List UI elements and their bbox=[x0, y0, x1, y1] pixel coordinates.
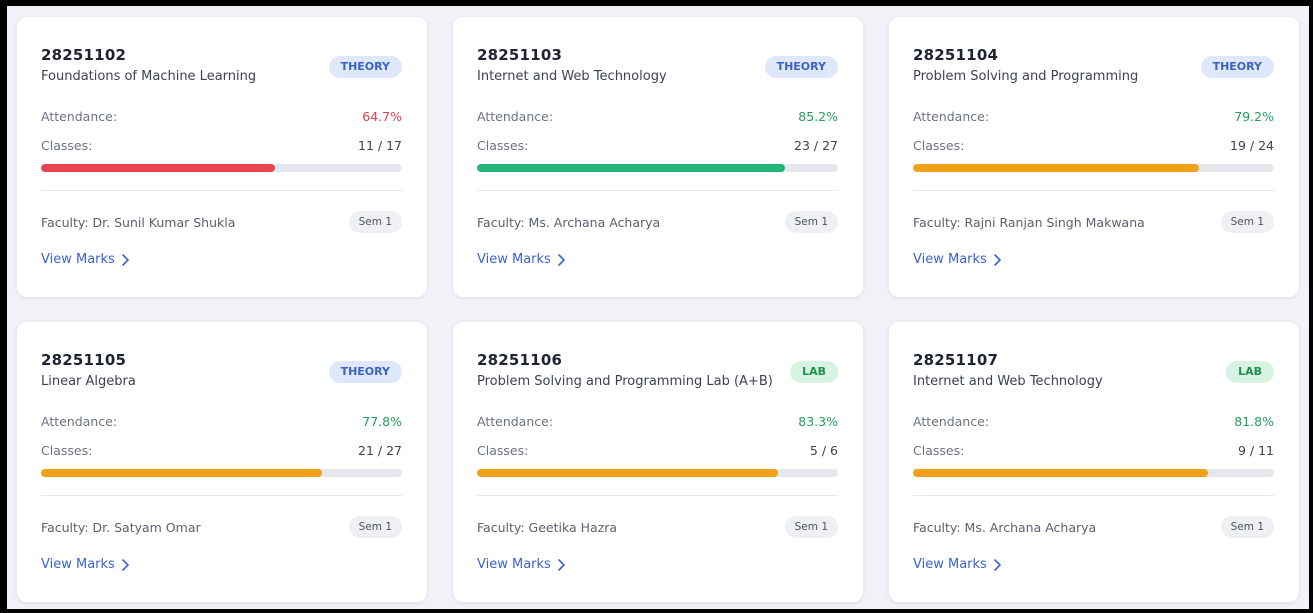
attendance-progress-fill bbox=[41, 469, 322, 477]
attendance-progress-bar bbox=[913, 469, 1274, 477]
course-name: Linear Algebra bbox=[41, 374, 136, 389]
attendance-label: Attendance: bbox=[477, 414, 554, 429]
faculty-name: Faculty: Ms. Archana Acharya bbox=[477, 215, 661, 230]
course-type-badge: THEORY bbox=[328, 56, 402, 78]
course-card: 28251105 Linear Algebra THEORY Attendanc… bbox=[17, 322, 427, 602]
faculty-name: Faculty: Dr. Sunil Kumar Shukla bbox=[41, 215, 236, 230]
course-name: Problem Solving and Programming Lab (A+B… bbox=[477, 374, 773, 389]
view-marks-label: View Marks bbox=[477, 252, 551, 267]
attendance-label: Attendance: bbox=[913, 414, 990, 429]
attendance-progress-bar bbox=[41, 164, 402, 172]
semester-badge: Sem 1 bbox=[348, 211, 402, 233]
course-type-badge: LAB bbox=[1226, 361, 1274, 383]
attendance-progress-fill bbox=[913, 164, 1199, 172]
attendance-value: 64.7% bbox=[362, 109, 402, 124]
attendance-progress-fill bbox=[477, 164, 785, 172]
course-type-badge: THEORY bbox=[328, 361, 402, 383]
course-card: 28251104 Problem Solving and Programming… bbox=[889, 17, 1299, 297]
course-name: Internet and Web Technology bbox=[913, 374, 1103, 389]
attendance-value: 81.8% bbox=[1234, 414, 1274, 429]
attendance-label: Attendance: bbox=[913, 109, 990, 124]
semester-badge: Sem 1 bbox=[1220, 211, 1274, 233]
chevron-right-icon bbox=[994, 558, 1001, 571]
course-card: 28251107 Internet and Web Technology LAB… bbox=[889, 322, 1299, 602]
attendance-progress-bar bbox=[41, 469, 402, 477]
chevron-right-icon bbox=[558, 253, 565, 266]
classes-label: Classes: bbox=[41, 443, 93, 458]
course-card: 28251102 Foundations of Machine Learning… bbox=[17, 17, 427, 297]
classes-value: 11 / 17 bbox=[358, 138, 402, 153]
course-code: 28251105 bbox=[41, 351, 127, 369]
attendance-value: 83.3% bbox=[798, 414, 838, 429]
attendance-label: Attendance: bbox=[477, 109, 554, 124]
card-divider bbox=[41, 190, 402, 191]
course-card-grid: 28251102 Foundations of Machine Learning… bbox=[17, 17, 1299, 602]
chevron-right-icon bbox=[558, 558, 565, 571]
view-marks-link[interactable]: View Marks bbox=[913, 557, 1002, 572]
view-marks-label: View Marks bbox=[913, 252, 987, 267]
view-marks-link[interactable]: View Marks bbox=[913, 252, 1002, 267]
card-divider bbox=[477, 190, 838, 191]
classes-value: 9 / 11 bbox=[1237, 443, 1274, 458]
chevron-right-icon bbox=[122, 253, 129, 266]
attendance-progress-bar bbox=[477, 469, 838, 477]
attendance-progress-bar bbox=[477, 164, 838, 172]
faculty-name: Faculty: Dr. Satyam Omar bbox=[41, 520, 201, 535]
card-divider bbox=[913, 190, 1274, 191]
course-name: Problem Solving and Programming bbox=[913, 69, 1139, 84]
chevron-right-icon bbox=[994, 253, 1001, 266]
semester-badge: Sem 1 bbox=[784, 516, 838, 538]
chevron-right-icon bbox=[122, 558, 129, 571]
attendance-progress-bar bbox=[913, 164, 1274, 172]
classes-value: 23 / 27 bbox=[794, 138, 838, 153]
course-card: 28251103 Internet and Web Technology THE… bbox=[453, 17, 863, 297]
card-divider bbox=[913, 495, 1274, 496]
view-marks-label: View Marks bbox=[41, 557, 115, 572]
faculty-name: Faculty: Geetika Hazra bbox=[477, 520, 618, 535]
attendance-value: 85.2% bbox=[798, 109, 838, 124]
course-code: 28251106 bbox=[477, 351, 563, 369]
attendance-progress-fill bbox=[41, 164, 275, 172]
course-code: 28251103 bbox=[477, 46, 563, 64]
classes-label: Classes: bbox=[477, 443, 529, 458]
view-marks-link[interactable]: View Marks bbox=[41, 557, 130, 572]
view-marks-label: View Marks bbox=[41, 252, 115, 267]
view-marks-link[interactable]: View Marks bbox=[477, 557, 566, 572]
faculty-name: Faculty: Ms. Archana Acharya bbox=[913, 520, 1097, 535]
page-frame: 28251102 Foundations of Machine Learning… bbox=[7, 6, 1309, 609]
classes-label: Classes: bbox=[913, 443, 965, 458]
course-code: 28251104 bbox=[913, 46, 999, 64]
classes-label: Classes: bbox=[477, 138, 529, 153]
attendance-value: 79.2% bbox=[1234, 109, 1274, 124]
attendance-progress-fill bbox=[913, 469, 1209, 477]
attendance-progress-fill bbox=[477, 469, 778, 477]
view-marks-link[interactable]: View Marks bbox=[477, 252, 566, 267]
view-marks-link[interactable]: View Marks bbox=[41, 252, 130, 267]
semester-badge: Sem 1 bbox=[784, 211, 838, 233]
view-marks-label: View Marks bbox=[477, 557, 551, 572]
view-marks-label: View Marks bbox=[913, 557, 987, 572]
classes-value: 5 / 6 bbox=[809, 443, 838, 458]
attendance-label: Attendance: bbox=[41, 109, 118, 124]
attendance-value: 77.8% bbox=[362, 414, 402, 429]
semester-badge: Sem 1 bbox=[348, 516, 402, 538]
course-code: 28251107 bbox=[913, 351, 999, 369]
course-name: Internet and Web Technology bbox=[477, 69, 667, 84]
classes-value: 21 / 27 bbox=[358, 443, 402, 458]
course-type-badge: LAB bbox=[790, 361, 838, 383]
classes-label: Classes: bbox=[913, 138, 965, 153]
faculty-name: Faculty: Rajni Ranjan Singh Makwana bbox=[913, 215, 1145, 230]
course-type-badge: THEORY bbox=[1200, 56, 1274, 78]
card-divider bbox=[477, 495, 838, 496]
course-name: Foundations of Machine Learning bbox=[41, 69, 257, 84]
semester-badge: Sem 1 bbox=[1220, 516, 1274, 538]
course-card: 28251106 Problem Solving and Programming… bbox=[453, 322, 863, 602]
classes-value: 19 / 24 bbox=[1230, 138, 1274, 153]
card-divider bbox=[41, 495, 402, 496]
classes-label: Classes: bbox=[41, 138, 93, 153]
attendance-label: Attendance: bbox=[41, 414, 118, 429]
course-type-badge: THEORY bbox=[764, 56, 838, 78]
course-code: 28251102 bbox=[41, 46, 127, 64]
